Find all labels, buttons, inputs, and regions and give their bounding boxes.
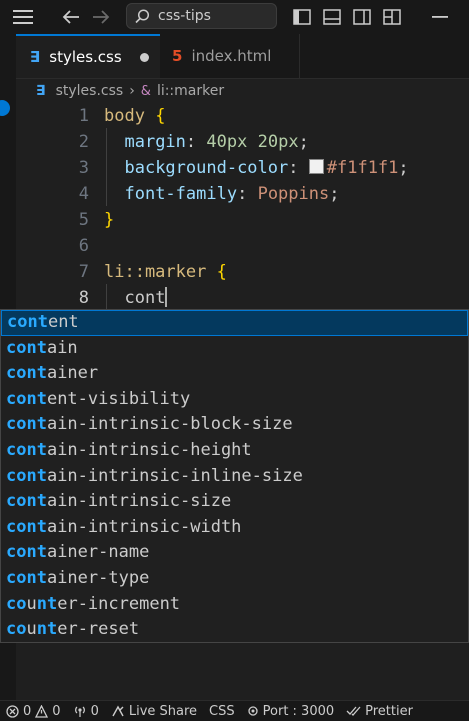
code-line: 7 li::marker { xyxy=(16,259,469,285)
line-number: 2 xyxy=(78,132,89,152)
port-button[interactable]: Port : 3000 xyxy=(241,701,341,721)
tab-index-html[interactable]: 5 index.html xyxy=(160,34,300,78)
open-brace: { xyxy=(155,106,166,126)
code-line-active: 8 cont xyxy=(16,285,469,311)
code-line: 3 background-color: #f1f1f1; xyxy=(16,155,469,181)
search-icon xyxy=(135,8,150,23)
html-file-icon: 5 xyxy=(172,47,183,65)
suggestion-item[interactable]: contain-intrinsic-width xyxy=(1,515,468,541)
live-share-button[interactable]: Live Share xyxy=(105,701,203,721)
breadcrumb-file[interactable]: styles.css xyxy=(56,83,124,99)
value: #f1f1f1 xyxy=(326,158,399,178)
code-line: 6 xyxy=(16,233,469,259)
close-brace: } xyxy=(104,210,115,230)
editor-tabs: ∃ styles.css 5 index.html xyxy=(16,34,469,79)
ports-indicator[interactable]: 0 xyxy=(67,701,105,721)
language-label: CSS xyxy=(209,703,235,719)
breadcrumb-symbol[interactable]: li::marker xyxy=(157,83,224,99)
colon: : xyxy=(185,132,197,152)
value: 40px xyxy=(206,132,248,152)
code-editor[interactable]: 1 body { 2 margin: 40px 20px; 3 backgrou… xyxy=(16,102,469,311)
prettier-button[interactable]: Prettier xyxy=(340,701,419,721)
suggestion-item[interactable]: contain xyxy=(1,336,468,362)
forward-arrow-icon[interactable] xyxy=(88,0,114,34)
property: font-family xyxy=(124,184,238,204)
live-share-icon xyxy=(112,705,124,716)
error-icon xyxy=(6,704,19,718)
command-center-search[interactable]: css-tips xyxy=(126,3,277,29)
suggestion-item[interactable]: container-type xyxy=(1,566,468,592)
symbol-icon: & xyxy=(140,83,151,99)
status-bar: 0 0 0 Live Share CSS Port : 3000 Prettie… xyxy=(0,700,469,721)
breadcrumb: ∃ styles.css › & li::marker xyxy=(36,80,224,102)
suggestion-item[interactable]: content xyxy=(1,310,468,336)
unsaved-dot-icon[interactable] xyxy=(139,52,149,62)
suggestion-item[interactable]: counter-reset xyxy=(1,617,468,643)
search-label: css-tips xyxy=(158,8,211,24)
selector: li::marker xyxy=(104,262,207,282)
toggle-secondary-sidebar-icon[interactable] xyxy=(350,0,374,34)
back-arrow-icon[interactable] xyxy=(58,0,84,34)
suggestion-item[interactable]: contain-intrinsic-height xyxy=(1,438,468,464)
code-line: 4 font-family: Poppins; xyxy=(16,181,469,207)
signal-icon xyxy=(247,706,258,716)
menu-icon[interactable] xyxy=(8,0,38,34)
port-label: Port : 3000 xyxy=(262,703,335,719)
tab-label: styles.css xyxy=(49,48,122,66)
line-number: 5 xyxy=(78,210,89,230)
value: Poppins xyxy=(257,184,330,204)
line-number: 4 xyxy=(78,184,89,204)
title-bar: css-tips xyxy=(0,0,469,34)
tab-styles-css[interactable]: ∃ styles.css xyxy=(16,34,160,78)
line-number: 8 xyxy=(78,288,89,308)
code-line: 2 margin: 40px 20px; xyxy=(16,129,469,155)
live-share-label: Live Share xyxy=(128,703,198,719)
tab-label: index.html xyxy=(191,47,272,65)
ports-count: 0 xyxy=(90,703,99,719)
semicolon: ; xyxy=(329,184,340,204)
suggestion-item[interactable]: contain-intrinsic-size xyxy=(1,489,468,515)
suggestion-item[interactable]: contain-intrinsic-inline-size xyxy=(1,464,468,490)
property: margin xyxy=(124,132,186,152)
property: background-color xyxy=(124,158,289,178)
minimize-icon[interactable] xyxy=(425,0,455,34)
code-line: 5 } xyxy=(16,207,469,233)
semicolon: ; xyxy=(398,158,409,178)
problems-indicator[interactable]: 0 0 xyxy=(0,701,67,721)
semicolon: ; xyxy=(298,132,309,152)
language-mode-button[interactable]: CSS xyxy=(203,701,241,721)
double-check-icon xyxy=(346,706,361,716)
error-count: 0 xyxy=(23,703,32,719)
autocomplete-suggestions: content contain container content-visibi… xyxy=(0,309,469,643)
warning-count: 0 xyxy=(52,703,61,719)
line-number: 6 xyxy=(78,236,89,256)
css-file-icon: ∃ xyxy=(36,83,46,99)
suggestion-item[interactable]: content-visibility xyxy=(1,387,468,413)
selector: body xyxy=(104,106,145,126)
broadcast-icon xyxy=(74,706,85,717)
suggestion-item[interactable]: counter-increment xyxy=(1,592,468,618)
text-cursor xyxy=(165,287,168,307)
warning-icon xyxy=(35,704,49,718)
notification-dot-icon xyxy=(0,100,10,116)
line-number: 1 xyxy=(78,106,89,126)
line-number: 7 xyxy=(78,262,89,282)
color-swatch[interactable] xyxy=(308,159,324,174)
colon: : xyxy=(288,158,299,178)
suggestion-item[interactable]: container xyxy=(1,361,468,387)
code-line: 1 body { xyxy=(16,103,469,129)
css-file-icon: ∃ xyxy=(30,48,41,66)
typed-text: cont xyxy=(124,288,166,308)
customize-layout-icon[interactable] xyxy=(380,0,404,34)
toggle-sidebar-icon[interactable] xyxy=(290,0,314,34)
line-number: 3 xyxy=(78,158,89,178)
suggestion-item[interactable]: contain-intrinsic-block-size xyxy=(1,412,468,438)
colon: : xyxy=(237,184,248,204)
toggle-panel-icon[interactable] xyxy=(320,0,344,34)
suggestion-item[interactable]: container-name xyxy=(1,540,468,566)
value: 20px xyxy=(257,132,299,152)
open-brace: { xyxy=(216,262,227,282)
prettier-label: Prettier xyxy=(365,703,413,719)
breadcrumb-separator: › xyxy=(129,83,135,99)
